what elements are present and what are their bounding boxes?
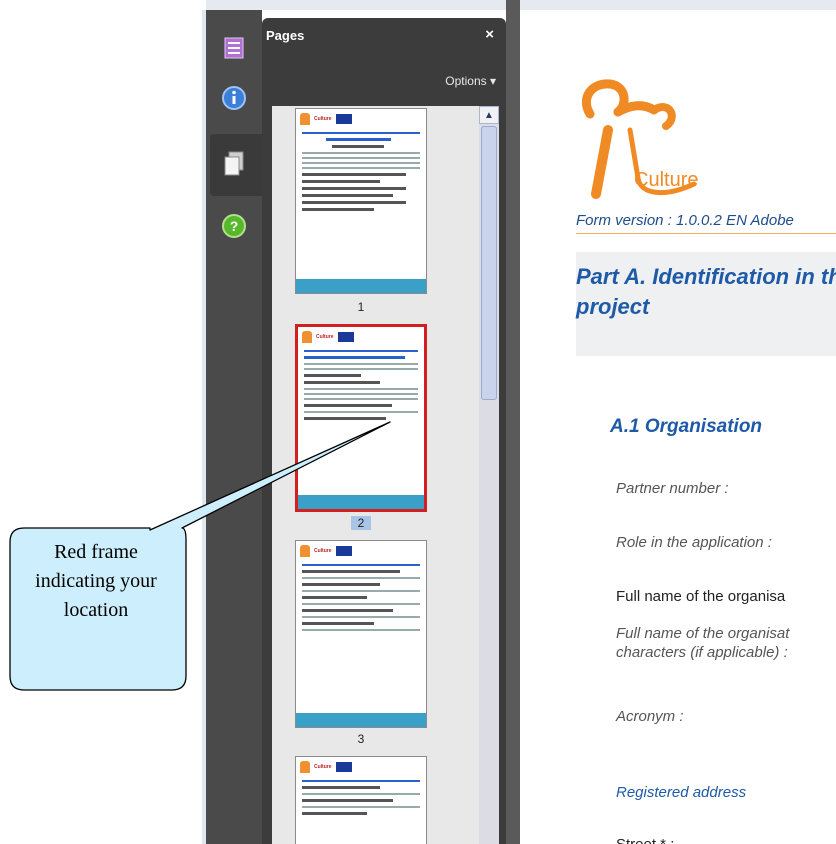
callout-text: Red frame indicating your location <box>35 541 157 621</box>
help-icon: ? <box>222 214 246 238</box>
role-label: Role in the application : <box>616 534 772 551</box>
page-thumbnail-2-selected[interactable]: Culture <box>295 324 427 512</box>
pages-button[interactable] <box>214 144 254 184</box>
layers-button[interactable] <box>214 28 254 68</box>
culture-logo: Culture <box>581 79 698 199</box>
pages-icon <box>224 151 244 176</box>
full-name-alt-label: Full name of the organisat characters (i… <box>616 625 790 661</box>
toolbar-strip <box>206 0 836 10</box>
info-icon <box>222 86 246 110</box>
options-menu-button[interactable]: Options ▾ <box>445 74 496 88</box>
page-thumbnail-4[interactable]: Culture <box>295 756 427 844</box>
form-version-label: Form version : 1.0.0.2 EN Adobe <box>576 212 794 229</box>
street-label: Street * : <box>616 836 674 844</box>
page-number-2: 2 <box>351 516 371 530</box>
document-view[interactable]: Culture Form version : 1.0.0.2 EN Adobe … <box>520 10 836 844</box>
part-title: Part A. Identification in the project <box>576 264 836 319</box>
desktop-background <box>0 0 206 844</box>
section-title: A.1 Organisation <box>610 416 763 437</box>
page-number-3: 3 <box>357 732 365 746</box>
info-button[interactable] <box>214 78 254 118</box>
svg-text:?: ? <box>230 218 239 234</box>
page-thumbnail-3[interactable]: Culture <box>295 540 427 728</box>
pages-panel: Pages × Options ▾ Culture 1 Culture 2 Cu… <box>262 18 506 844</box>
thumbnail-list[interactable]: Culture 1 Culture 2 Culture 3 Culture <box>272 106 486 844</box>
registered-address-heading: Registered address <box>616 784 747 801</box>
full-name-label: Full name of the organisa <box>616 588 786 605</box>
logo-text: Culture <box>634 169 698 191</box>
navigation-rail: ? <box>206 10 264 844</box>
page-number-1: 1 <box>357 300 365 314</box>
header-rule <box>576 233 836 234</box>
partner-number-label: Partner number : <box>616 480 729 497</box>
panel-splitter[interactable] <box>506 0 520 844</box>
scrollbar-thumb[interactable] <box>481 126 497 400</box>
thumbnail-scrollbar[interactable]: ▲ <box>479 106 499 844</box>
layers-icon <box>224 37 244 59</box>
panel-title: Pages <box>266 28 305 43</box>
scroll-up-arrow-icon[interactable]: ▲ <box>479 106 499 124</box>
close-panel-button[interactable]: × <box>485 26 494 43</box>
acronym-label: Acronym : <box>616 708 684 725</box>
help-button[interactable]: ? <box>214 206 254 246</box>
page-thumbnail-1[interactable]: Culture <box>295 108 427 294</box>
